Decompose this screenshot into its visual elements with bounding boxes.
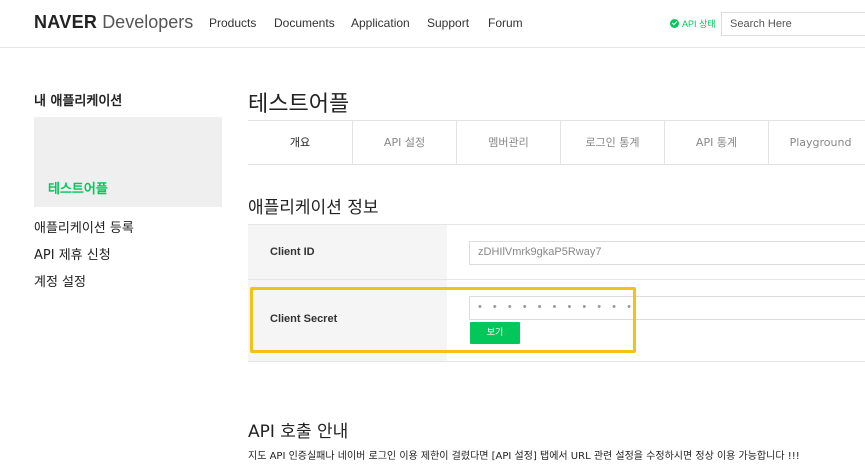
sidebar-app-box: 테스트어플 (34, 117, 222, 207)
tab-api-settings[interactable]: API 설정 (352, 121, 456, 164)
client-id-row: Client ID zDHIlVmrk9gkaP5Rway7 (248, 224, 865, 280)
nav-forum[interactable]: Forum (488, 16, 523, 30)
api-status-label: API 상태 (682, 19, 716, 29)
tab-overview[interactable]: 개요 (248, 121, 352, 164)
section-title-api-call-guide: API 호출 안내 (248, 422, 349, 442)
client-id-label: Client ID (248, 225, 447, 279)
client-id-field[interactable]: zDHIlVmrk9gkaP5Rway7 (469, 241, 865, 265)
sidebar-item-api-partnership[interactable]: API 제휴 신청 (34, 244, 111, 263)
section-title-app-info: 애플리케이션 정보 (248, 198, 379, 218)
tab-bar: 개요 API 설정 멤버관리 로그인 통계 API 통계 Playground (248, 120, 865, 165)
page-title: 테스트어플 (248, 92, 350, 117)
client-secret-highlight-box (250, 287, 636, 353)
tab-playground[interactable]: Playground (768, 121, 865, 164)
nav-products[interactable]: Products (209, 16, 256, 30)
tab-api-stats[interactable]: API 통계 (664, 121, 768, 164)
top-header: NAVER Developers Products Documents Appli… (0, 0, 865, 48)
api-status-link[interactable]: API 상태 (670, 17, 716, 30)
nav-documents[interactable]: Documents (274, 16, 335, 30)
nav-application[interactable]: Application (351, 16, 410, 30)
sidebar-item-register-app[interactable]: 애플리케이션 등록 (34, 217, 134, 236)
check-circle-icon (670, 19, 679, 28)
logo-brand: NAVER (34, 12, 98, 32)
logo-sub: Developers (102, 12, 194, 32)
tab-member-management[interactable]: 멤버관리 (456, 121, 560, 164)
search-input[interactable]: Search Here (721, 12, 865, 36)
naver-developers-logo[interactable]: NAVER Developers (34, 12, 193, 33)
api-call-guide-text: 지도 API 인증실패나 네이버 로그인 이용 제한이 걸렸다면 [API 설정… (248, 451, 800, 462)
nav-support[interactable]: Support (427, 16, 469, 30)
sidebar-item-account-settings[interactable]: 계정 설정 (34, 271, 86, 290)
sidebar-title: 내 애플리케이션 (34, 94, 123, 109)
sidebar-item-test-app[interactable]: 테스트어플 (48, 178, 108, 197)
tab-login-stats[interactable]: 로그인 통계 (560, 121, 664, 164)
